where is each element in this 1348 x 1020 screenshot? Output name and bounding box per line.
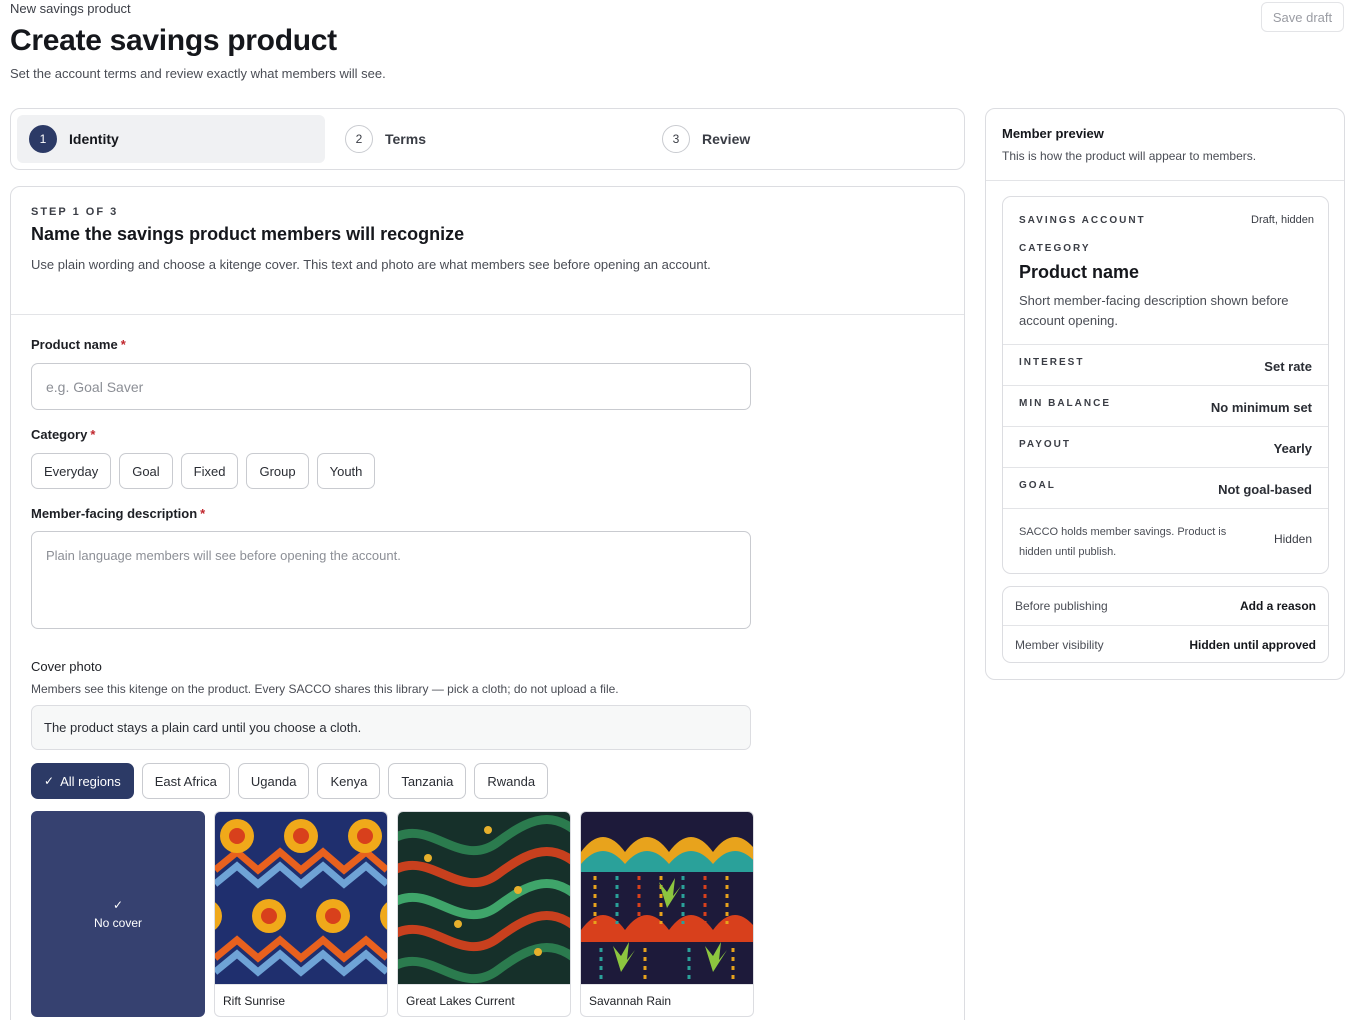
preview-description: Short member-facing description shown be… <box>1019 293 1289 328</box>
form-description: Use plain wording and choose a kitenge c… <box>31 257 711 272</box>
kitenge-sunburst-pattern-icon <box>215 812 387 984</box>
cover-library: ✓ No cover Rift Sunrise Great Lakes Curr… <box>31 811 754 1017</box>
preview-visibility-note: SACCO holds member savings. Product is h… <box>1003 508 1328 573</box>
preview-status: Draft, hidden <box>1251 214 1314 226</box>
preview-category: CATEGORY <box>1019 243 1091 254</box>
preview-row-value: Set rate <box>1264 359 1312 374</box>
category-group[interactable]: Group <box>246 453 309 489</box>
region-kenya[interactable]: Kenya <box>317 763 381 799</box>
kitenge-rain-pattern-icon <box>581 812 753 984</box>
identity-form-card: STEP 1 OF 3 Name the savings product mem… <box>10 186 965 1020</box>
category-everyday[interactable]: Everyday <box>31 453 112 489</box>
preview-subtitle: This is how the product will appear to m… <box>1002 149 1257 163</box>
preview-note-text: SACCO holds member savings. Product is h… <box>1019 526 1227 558</box>
region-uganda[interactable]: Uganda <box>237 763 310 799</box>
cover-tile-savannah-rain[interactable]: Savannah Rain <box>580 811 754 1017</box>
required-mark: * <box>120 337 126 352</box>
preview-row-value: No minimum set <box>1210 400 1312 415</box>
cover-tile-label: Savannah Rain <box>581 984 753 1016</box>
meta-key: Member visibility <box>1015 638 1104 652</box>
preview-row-key: GOAL <box>1019 480 1056 491</box>
preview-row-value: Not goal-based <box>1218 482 1312 497</box>
region-tanzania[interactable]: Tanzania <box>388 763 467 799</box>
region-all[interactable]: ✓ All regions <box>31 763 134 799</box>
stepper: 1 Identity 2 Terms 3 Review <box>10 108 965 170</box>
preview-row-payout: PAYOUT Yearly <box>1003 426 1328 467</box>
kitenge-wave-pattern-icon <box>398 812 570 984</box>
category-goal[interactable]: Goal <box>119 453 173 489</box>
meta-before-publishing: Before publishing Add a reason <box>1003 587 1328 625</box>
cover-tile-none[interactable]: ✓ No cover <box>31 811 205 1017</box>
meta-key: Before publishing <box>1015 599 1108 613</box>
step-identity[interactable]: 1 Identity <box>17 115 325 163</box>
preview-row-interest: INTEREST Set rate <box>1003 344 1328 385</box>
cover-tile-label: No cover <box>93 916 143 930</box>
check-icon: ✓ <box>44 774 55 788</box>
step-label: Review <box>702 131 751 147</box>
step-review[interactable]: 3 Review <box>650 115 958 163</box>
preview-row-value: Yearly <box>1273 441 1312 456</box>
step-number: 2 <box>345 125 373 153</box>
form-title: Name the savings product members will re… <box>31 224 465 244</box>
step-label: Terms <box>385 131 426 147</box>
region-east-africa[interactable]: East Africa <box>141 763 230 799</box>
step-number: 3 <box>662 125 690 153</box>
cover-photo-label: Cover photo <box>31 659 102 674</box>
preview-row-goal: GOAL Not goal-based <box>1003 467 1328 508</box>
cover-photo-help: Members see this kitenge on the product.… <box>31 682 619 696</box>
cover-tile-great-lakes-current[interactable]: Great Lakes Current <box>397 811 571 1017</box>
member-preview-panel: Member preview This is how the product w… <box>985 108 1345 680</box>
preview-row-key: MIN BALANCE <box>1019 398 1111 409</box>
product-name-input[interactable] <box>31 363 751 410</box>
preview-row-key: INTEREST <box>1019 357 1085 368</box>
required-mark: * <box>200 506 206 521</box>
step-number: 1 <box>29 125 57 153</box>
description-label: Member-facing description * <box>31 506 206 521</box>
cover-notice: The product stays a plain card until you… <box>31 705 751 750</box>
preview-note-value: Hidden <box>1273 532 1312 546</box>
cover-tile-label: Great Lakes Current <box>398 984 570 1016</box>
region-rwanda[interactable]: Rwanda <box>474 763 549 799</box>
preview-publish-meta: Before publishing Add a reason Member vi… <box>1002 586 1329 663</box>
preview-account-kind: SAVINGS ACCOUNT <box>1019 215 1146 226</box>
meta-value: Hidden until approved <box>1189 638 1316 652</box>
page-title: Create savings product <box>10 24 337 57</box>
preview-row-min-balance: MIN BALANCE No minimum set <box>1003 385 1328 426</box>
preview-row-key: PAYOUT <box>1019 439 1072 450</box>
preview-product-name: Product name <box>1019 262 1140 282</box>
category-youth[interactable]: Youth <box>316 453 376 489</box>
category-options: Everyday Goal Fixed Group Youth <box>31 453 376 489</box>
form-card-header: STEP 1 OF 3 Name the savings product mem… <box>11 187 964 315</box>
required-mark: * <box>90 427 96 442</box>
region-filters: ✓ All regions East Africa Uganda Kenya Ta… <box>31 763 549 799</box>
category-fixed[interactable]: Fixed <box>180 453 239 489</box>
step-eyebrow: STEP 1 OF 3 <box>31 206 119 218</box>
cover-tile-rift-sunrise[interactable]: Rift Sunrise <box>214 811 388 1017</box>
product-name-label: Product name * <box>31 337 126 352</box>
meta-value: Add a reason <box>1239 599 1316 613</box>
page-subtitle: Set the account terms and review exactly… <box>10 66 386 81</box>
category-label: Category * <box>31 427 96 442</box>
preview-product-card: SAVINGS ACCOUNT Draft, hidden CATEGORY P… <box>1002 196 1329 574</box>
save-draft-button[interactable]: Save draft <box>1261 2 1344 32</box>
meta-member-visibility: Member visibility Hidden until approved <box>1003 625 1328 663</box>
page-eyebrow: New savings product <box>10 1 131 16</box>
preview-title: Member preview <box>1002 126 1104 141</box>
cover-tile-label: Rift Sunrise <box>215 984 387 1016</box>
step-terms[interactable]: 2 Terms <box>333 115 641 163</box>
preview-header: Member preview This is how the product w… <box>986 109 1344 181</box>
check-icon: ✓ <box>112 898 124 912</box>
member-description-textarea[interactable] <box>31 531 751 629</box>
step-label: Identity <box>69 131 119 147</box>
